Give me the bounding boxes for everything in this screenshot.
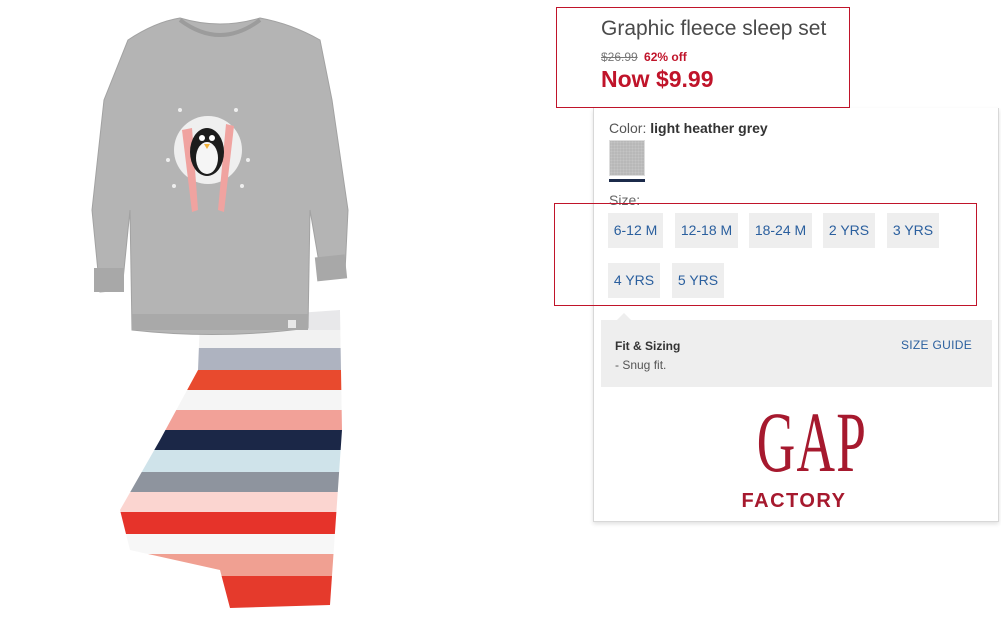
- color-row: Color: light heather grey: [609, 120, 768, 136]
- fit-sizing-detail: - Snug fit.: [615, 358, 667, 372]
- color-value: light heather grey: [650, 120, 768, 136]
- product-title-box: Graphic fleece sleep set $26.99 62% off …: [556, 7, 850, 108]
- color-swatch-light-heather-grey[interactable]: [609, 140, 645, 176]
- product-page: Graphic fleece sleep set $26.99 62% off …: [0, 0, 1001, 619]
- factory-logo-word: FACTORY: [741, 490, 847, 512]
- gap-factory-logo: GAP FACTORY: [734, 394, 868, 513]
- sale-price: Now $9.99: [601, 66, 714, 92]
- fit-sizing-title: Fit & Sizing: [615, 339, 681, 353]
- size-option-18-24m[interactable]: 18-24 M: [749, 213, 812, 248]
- size-option-5yrs[interactable]: 5 YRS: [672, 263, 724, 298]
- price-line: $26.99 62% off: [601, 50, 687, 64]
- fit-box-pointer: [617, 313, 631, 320]
- discount-badge: 62% off: [644, 50, 687, 64]
- gap-logo-word: GAP: [756, 394, 868, 490]
- size-option-6-12m[interactable]: 6-12 M: [608, 213, 663, 248]
- product-details-panel: Color: light heather grey Size: 6-12 M 1…: [593, 108, 999, 522]
- original-price: $26.99: [601, 50, 638, 64]
- selected-swatch-indicator: [609, 179, 645, 182]
- size-guide-link[interactable]: SIZE GUIDE: [901, 338, 972, 352]
- size-label: Size:: [609, 192, 641, 208]
- size-option-3yrs[interactable]: 3 YRS: [887, 213, 939, 248]
- product-title: Graphic fleece sleep set: [601, 17, 827, 40]
- color-label: Color:: [609, 120, 647, 136]
- size-option-12-18m[interactable]: 12-18 M: [675, 213, 738, 248]
- fit-sizing-box: Fit & Sizing - Snug fit. SIZE GUIDE: [601, 313, 992, 387]
- size-option-4yrs[interactable]: 4 YRS: [608, 263, 660, 298]
- size-option-2yrs[interactable]: 2 YRS: [823, 213, 875, 248]
- product-photo-pajama-set-icon: [91, 17, 349, 608]
